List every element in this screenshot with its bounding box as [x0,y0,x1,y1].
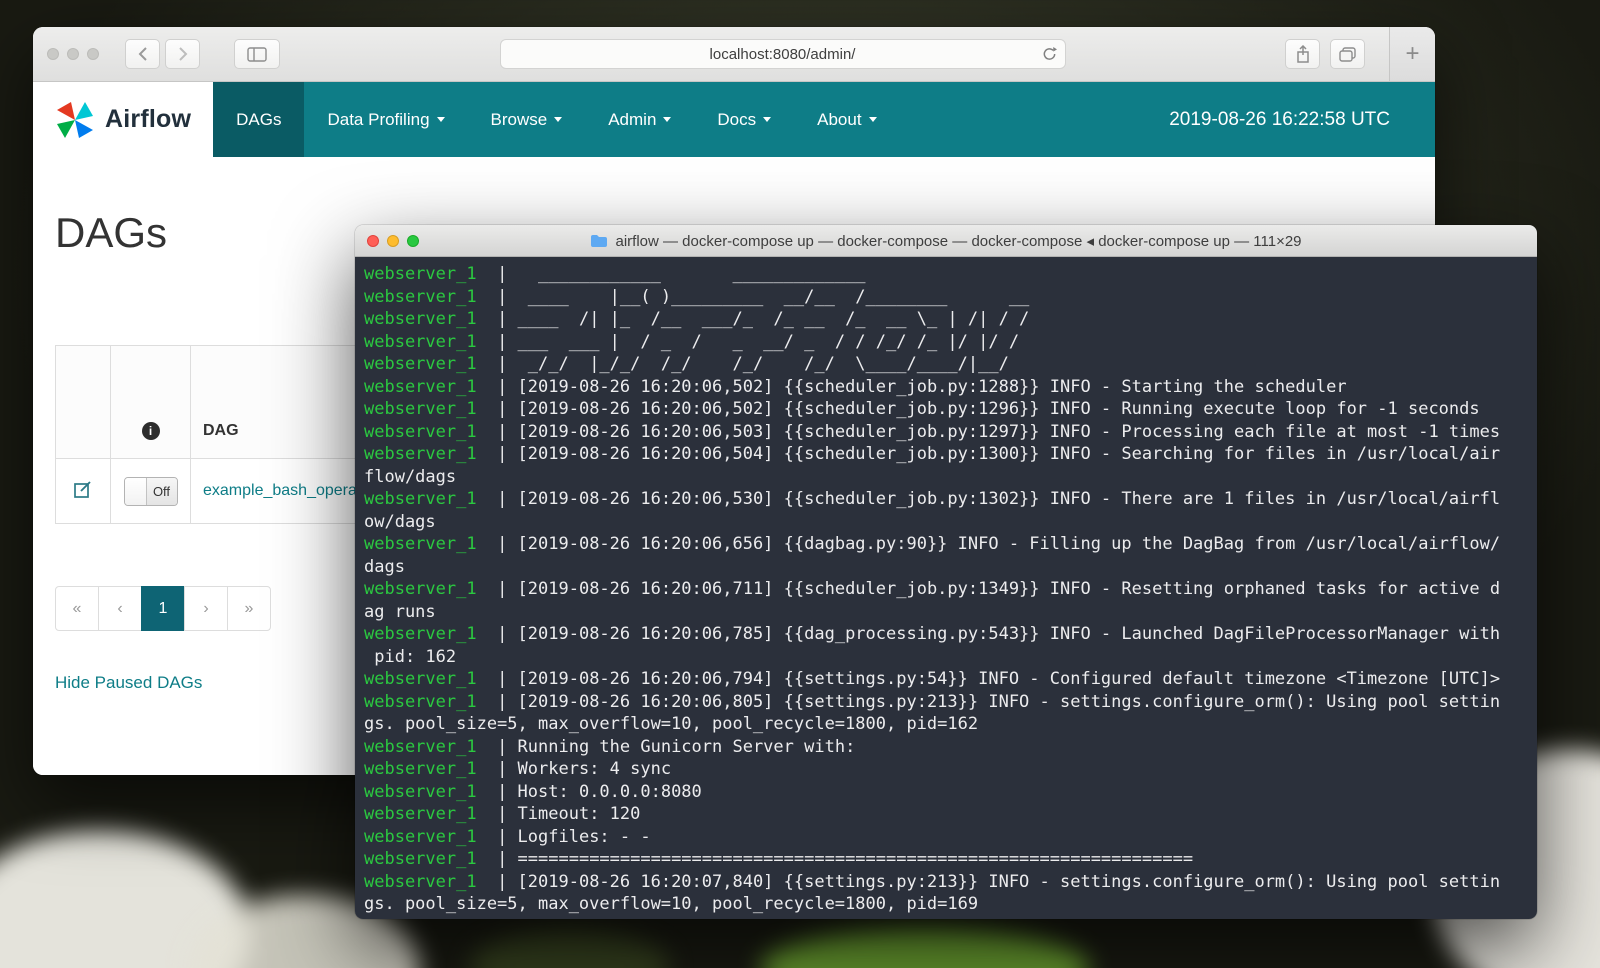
tabs-icon [1339,47,1356,62]
terminal-line: webserver_1 | Timeout: 120 [364,803,1527,826]
edit-column-header [56,346,111,459]
terminal-line: webserver_1 | Host: 0.0.0.0:8080 [364,781,1527,804]
terminal-line: ag runs [364,601,1527,624]
terminal-line: webserver_1 | [2019-08-26 16:20:06,530] … [364,488,1527,511]
window-controls [47,48,99,60]
wallpaper-grass [760,928,1090,968]
history-buttons [125,39,200,69]
toggle-column-header: i [111,346,191,459]
pagination-last[interactable]: » [227,586,271,631]
toolbar-right-buttons [1285,39,1365,69]
edit-cell [56,459,111,524]
share-icon [1296,45,1310,63]
terminal-line: webserver_1 | ____ |__( )_________ __/__… [364,286,1527,309]
toggle-handle [125,478,147,505]
pagination-first[interactable]: « [55,586,99,631]
url-text: localhost:8080/admin/ [710,46,856,63]
toggle-label: Off [147,478,177,505]
terminal-line: webserver_1 | [2019-08-26 16:20:06,794] … [364,668,1527,691]
info-icon[interactable]: i [142,422,160,440]
wallpaper-foliage [470,930,670,968]
nav-item-dags[interactable]: DAGs [213,82,304,157]
terminal-line: webserver_1 | _/_/ |_/_/ /_/ /_/ /_/ \__… [364,353,1527,376]
pagination-page-1[interactable]: 1 [141,586,185,631]
terminal-line: webserver_1 | [2019-08-26 16:20:06,656] … [364,533,1527,556]
terminal-line: dags [364,556,1527,579]
page-title: DAGs [55,209,167,257]
terminal-line: webserver_1 | [2019-08-26 16:20:06,711] … [364,578,1527,601]
terminal-line: webserver_1 | Logfiles: - - [364,826,1527,849]
chevron-right-icon [178,46,188,62]
zoom-window-button[interactable] [87,48,99,60]
plus-icon: + [1405,40,1419,68]
new-tab-button[interactable]: + [1389,27,1435,81]
terminal-line: webserver_1 | [2019-08-26 16:20:06,502] … [364,376,1527,399]
zoom-window-button[interactable] [407,235,419,247]
caret-down-icon [869,117,877,122]
caret-down-icon [554,117,562,122]
airflow-logo-icon [55,100,95,140]
back-button[interactable] [125,39,160,69]
nav-item-data-profiling[interactable]: Data Profiling [304,82,467,157]
caret-down-icon [437,117,445,122]
share-button[interactable] [1285,39,1320,69]
chevron-left-icon [138,46,148,62]
terminal-line: webserver_1 | ____________ _____________ [364,263,1527,286]
nav-item-browse[interactable]: Browse [468,82,586,157]
airflow-brand[interactable]: Airflow [33,82,213,157]
terminal-line: webserver_1 | Running the Gunicorn Serve… [364,736,1527,759]
terminal-line: webserver_1 | Workers: 4 sync [364,758,1527,781]
close-window-button[interactable] [47,48,59,60]
pagination-prev[interactable]: ‹ [98,586,142,631]
terminal-line: webserver_1 | [2019-08-26 16:20:06,504] … [364,443,1527,466]
terminal-window: airflow — docker-compose up — docker-com… [355,225,1537,919]
terminal-output[interactable]: webserver_1 | ____________ _____________… [355,257,1537,919]
close-window-button[interactable] [367,235,379,247]
sidebar-toggle-button[interactable] [234,39,280,69]
show-tabs-button[interactable] [1330,39,1365,69]
pagination: « ‹ 1 › » [55,586,271,631]
terminal-line: webserver_1 | ___ ___ | / _ / _ __/ _ / … [364,331,1527,354]
navbar-clock: 2019-08-26 16:22:58 UTC [1169,82,1435,157]
caret-down-icon [663,117,671,122]
terminal-line: ow/dags [364,511,1527,534]
toggle-cell: Off [111,459,191,524]
reload-icon[interactable] [1042,46,1057,67]
browser-toolbar: localhost:8080/admin/ [33,27,1435,82]
terminal-line: pid: 162 [364,646,1527,669]
address-bar[interactable]: localhost:8080/admin/ [500,39,1066,69]
pagination-next[interactable]: › [184,586,228,631]
terminal-line: webserver_1 | [2019-08-26 16:20:06,502] … [364,398,1527,421]
dag-pause-toggle[interactable]: Off [124,477,178,506]
hide-paused-dags-link[interactable]: Hide Paused DAGs [55,673,202,693]
nav-item-about[interactable]: About [794,82,899,157]
minimize-window-button[interactable] [387,235,399,247]
nav-item-admin[interactable]: Admin [585,82,694,157]
terminal-line: webserver_1 | ==========================… [364,848,1527,871]
sidebar-icon [247,47,267,62]
terminal-line: webserver_1 | [2019-08-26 16:20:06,785] … [364,623,1527,646]
terminal-line: webserver_1 | ____ /| |_ /__ ___/_ /_ __… [364,308,1527,331]
terminal-line: webserver_1 | [2019-08-26 16:20:06,805] … [364,691,1527,714]
terminal-line: flow/dags [364,466,1527,489]
airflow-navbar: Airflow DAGs Data Profiling Browse Admin… [33,82,1435,157]
terminal-line: gs. pool_size=5, max_overflow=10, pool_r… [364,893,1527,916]
terminal-line: webserver_1 | [2019-08-26 16:20:07,840] … [364,871,1527,894]
edit-dag-icon[interactable] [73,479,93,499]
terminal-title: airflow — docker-compose up — docker-com… [355,232,1537,250]
terminal-window-controls [367,235,419,247]
nav-item-docs[interactable]: Docs [694,82,794,157]
terminal-titlebar[interactable]: airflow — docker-compose up — docker-com… [355,225,1537,257]
minimize-window-button[interactable] [67,48,79,60]
terminal-line: webserver_1 | [2019-08-26 16:20:06,503] … [364,421,1527,444]
caret-down-icon [763,117,771,122]
terminal-line: gs. pool_size=5, max_overflow=10, pool_r… [364,713,1527,736]
forward-button[interactable] [165,39,200,69]
brand-label: Airflow [105,105,191,134]
dag-link[interactable]: example_bash_operator [203,482,376,499]
folder-icon [590,234,608,248]
